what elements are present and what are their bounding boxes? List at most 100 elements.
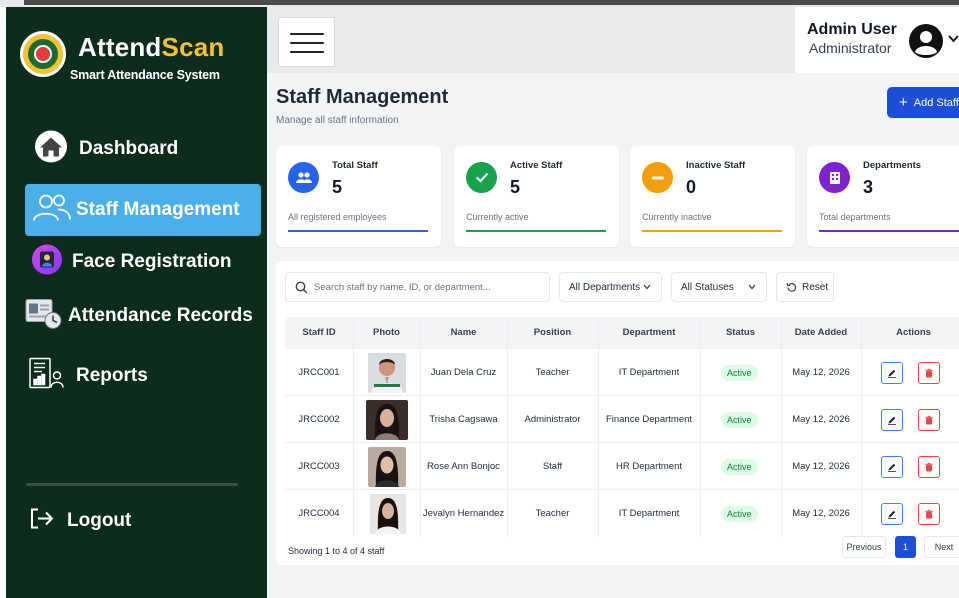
status-filter-select[interactable]: All Statuses bbox=[671, 272, 767, 302]
user-menu[interactable]: Admin User Administrator bbox=[795, 7, 959, 73]
delete-button[interactable] bbox=[918, 409, 940, 431]
face-scan-icon bbox=[32, 244, 62, 280]
stat-description: All registered employees bbox=[288, 212, 387, 222]
sidebar-item-dashboard[interactable]: Dashboard bbox=[24, 123, 260, 175]
plus-icon: + bbox=[899, 94, 908, 111]
add-staff-button[interactable]: + Add Staff bbox=[887, 87, 959, 118]
minus-icon bbox=[642, 162, 673, 193]
staff-name-cell: Trisha Cagsawa bbox=[429, 414, 498, 425]
delete-button[interactable] bbox=[918, 456, 940, 478]
edit-button[interactable] bbox=[881, 503, 903, 525]
pencil-icon bbox=[888, 416, 896, 425]
date-added-cell: May 12, 2026 bbox=[792, 367, 850, 378]
staff-name-cell: Jevalyn Hernandez bbox=[422, 508, 505, 519]
previous-page-button[interactable]: Previous bbox=[842, 536, 886, 558]
staff-department-cell: IT Department bbox=[618, 367, 680, 378]
reset-icon bbox=[786, 282, 797, 292]
stat-title: Total Staff bbox=[332, 160, 378, 171]
staff-photo bbox=[368, 447, 406, 487]
sidebar: AttendScan Smart Attendance System Dashb… bbox=[6, 7, 267, 598]
sidebar-item-face-registration[interactable]: Face Registration bbox=[24, 236, 260, 288]
table-row[interactable]: JRCC003 Rose Ann Bonjoc Staff HR Departm… bbox=[285, 443, 959, 490]
stat-title: Departments bbox=[863, 160, 922, 171]
page-title: Staff Management bbox=[276, 86, 449, 108]
column-header: Actions bbox=[896, 327, 931, 338]
brand: AttendScan Smart Attendance System bbox=[20, 25, 260, 87]
stat-card-active-staff: Active Staff 5 Currently active bbox=[454, 146, 619, 247]
table-row[interactable]: JRCC004 Jevalyn Hernandez Teacher IT Dep… bbox=[285, 490, 959, 537]
pencil-icon bbox=[888, 510, 896, 519]
staff-id-cell: JRCC002 bbox=[298, 414, 340, 425]
search-input[interactable] bbox=[314, 278, 544, 297]
staff-position-cell: Administrator bbox=[524, 414, 581, 425]
column-header: Date Added bbox=[794, 327, 848, 338]
staff-department-cell: Finance Department bbox=[605, 414, 693, 425]
stat-card-departments: Departments 3 Total departments bbox=[807, 146, 959, 247]
staff-photo bbox=[366, 400, 408, 440]
sidebar-item-attendance-records[interactable]: Attendance Records bbox=[24, 290, 260, 342]
sidebar-item-label: Dashboard bbox=[79, 138, 179, 159]
user-name: Admin User bbox=[807, 21, 897, 38]
column-header: Name bbox=[450, 327, 477, 338]
staff-photo bbox=[368, 353, 406, 393]
sidebar-item-reports[interactable]: Reports bbox=[24, 350, 260, 402]
window-top-strip bbox=[0, 0, 959, 7]
staff-name-cell: Juan Dela Cruz bbox=[430, 367, 497, 378]
staff-name-cell: Rose Ann Bonjoc bbox=[427, 461, 500, 472]
staff-position-cell: Staff bbox=[542, 461, 563, 472]
search-box bbox=[285, 272, 550, 302]
stat-title: Active Staff bbox=[510, 160, 563, 171]
stat-description: Total departments bbox=[819, 212, 891, 222]
chevron-down-icon bbox=[643, 284, 651, 290]
sidebar-item-staff-management[interactable]: Staff Management bbox=[25, 184, 261, 236]
sidebar-item-label: Reports bbox=[76, 365, 148, 386]
table-row[interactable]: JRCC002 Trisha Cagsawa Administrator Fin… bbox=[285, 396, 959, 443]
edit-button[interactable] bbox=[881, 456, 903, 478]
chevron-down-icon bbox=[948, 35, 959, 43]
column-header: Department bbox=[622, 327, 676, 338]
status-badge: Active bbox=[721, 506, 758, 522]
sidebar-item-label: Attendance Records bbox=[68, 305, 253, 326]
page-1-button[interactable]: 1 bbox=[895, 536, 916, 558]
stat-description: Currently inactive bbox=[642, 212, 712, 222]
table-row[interactable]: JRCC001 Juan Dela Cruz Teacher IT Depart… bbox=[285, 349, 959, 396]
home-icon bbox=[34, 130, 68, 168]
table-header: Staff ID Photo Name Position Department … bbox=[285, 317, 959, 349]
reports-icon bbox=[28, 357, 64, 396]
department-filter-select[interactable]: All Departments bbox=[559, 272, 662, 302]
stat-underline bbox=[466, 230, 606, 232]
reset-button[interactable]: Reset bbox=[776, 272, 834, 302]
column-header: Staff ID bbox=[302, 327, 336, 338]
users-icon bbox=[32, 193, 72, 228]
school-seal-logo bbox=[20, 31, 66, 77]
delete-button[interactable] bbox=[918, 362, 940, 384]
trash-icon bbox=[925, 462, 933, 472]
menu-toggle-button[interactable] bbox=[278, 17, 335, 67]
stat-value: 5 bbox=[510, 177, 521, 197]
date-added-cell: May 12, 2026 bbox=[792, 508, 850, 519]
status-badge: Active bbox=[721, 365, 758, 381]
stat-value: 0 bbox=[686, 177, 697, 197]
logout-icon bbox=[30, 508, 54, 535]
stat-underline bbox=[288, 230, 428, 232]
main-content: Staff Management Manage all staff inform… bbox=[267, 73, 959, 598]
stat-card-total-staff: Total Staff 5 All registered employees bbox=[276, 146, 441, 247]
staff-id-cell: JRCC001 bbox=[298, 367, 340, 378]
column-header: Photo bbox=[373, 327, 400, 338]
edit-button[interactable] bbox=[881, 409, 903, 431]
date-added-cell: May 12, 2026 bbox=[792, 414, 850, 425]
delete-button[interactable] bbox=[918, 503, 940, 525]
staff-department-cell: IT Department bbox=[618, 508, 680, 519]
edit-button[interactable] bbox=[881, 362, 903, 384]
sidebar-item-label: Staff Management bbox=[76, 199, 240, 220]
logout-button[interactable]: Logout bbox=[24, 495, 260, 547]
next-page-button[interactable]: Next bbox=[924, 536, 959, 558]
stat-card-inactive-staff: Inactive Staff 0 Currently inactive bbox=[630, 146, 795, 247]
check-icon bbox=[466, 162, 497, 193]
stat-value: 5 bbox=[332, 177, 343, 197]
column-header: Status bbox=[725, 327, 756, 338]
staff-table-card: All Departments All Statuses Reset Staff… bbox=[276, 261, 959, 565]
brand-name: AttendScan bbox=[78, 32, 225, 62]
building-icon bbox=[819, 162, 850, 193]
pencil-icon bbox=[888, 369, 896, 378]
